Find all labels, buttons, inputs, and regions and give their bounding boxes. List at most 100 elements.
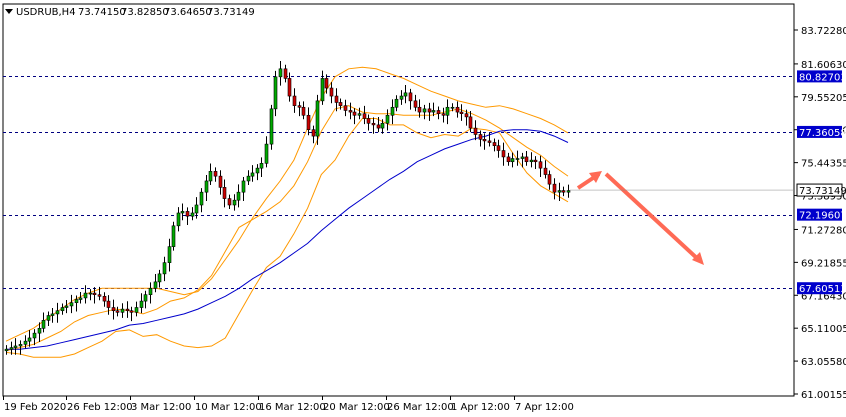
level-badge-label: 80.82703 xyxy=(799,72,846,83)
candle-body-down xyxy=(464,113,469,118)
candle-body-down xyxy=(487,140,492,143)
candle-body-up xyxy=(37,328,42,334)
candle-body-down xyxy=(227,198,232,206)
candle-body-up xyxy=(78,297,83,300)
candle-body-up xyxy=(88,292,93,295)
x-tick-label: 19 Feb 2020 xyxy=(4,402,66,413)
candle-body-up xyxy=(357,113,362,116)
candle-body-down xyxy=(329,87,334,97)
candle-body-down xyxy=(501,150,506,158)
y-tick-label: 75.44355 xyxy=(801,159,846,170)
candle-body-down xyxy=(301,106,306,116)
candle-body-up xyxy=(510,158,515,163)
candle-body-down xyxy=(492,142,497,147)
candle-body-down xyxy=(427,108,432,113)
candle-body-down xyxy=(102,296,107,302)
candle-body-up xyxy=(278,68,283,78)
level-badge-label: 77.36058 xyxy=(799,128,846,139)
y-tick-label: 65.11005 xyxy=(801,324,846,335)
candle-body-down xyxy=(218,175,223,188)
candle xyxy=(171,221,176,251)
ohlc-open: 73.74150 xyxy=(78,7,126,18)
candle-body-up xyxy=(157,273,162,283)
candle-body-up xyxy=(167,246,172,263)
plot-area xyxy=(2,3,795,397)
candle-body-up xyxy=(148,287,153,295)
x-tick-label: 1 Apr 12:00 xyxy=(451,402,510,413)
candle-body-up xyxy=(520,156,525,159)
candle-body-down xyxy=(543,167,548,175)
candle-body-up xyxy=(255,167,260,174)
candle-body-up xyxy=(273,76,278,110)
y-tick-label: 83.72280 xyxy=(801,26,846,37)
candle-body-up xyxy=(83,292,88,299)
candle-body-up xyxy=(515,158,520,160)
candle-body-down xyxy=(366,118,371,124)
candle-body-up xyxy=(176,212,181,227)
candle-body-up xyxy=(269,108,274,145)
candle-body-up xyxy=(13,345,18,348)
candle-body-down xyxy=(97,294,102,297)
candle-body-down xyxy=(524,156,529,163)
candle-body-up xyxy=(529,159,534,163)
candle-body-up xyxy=(403,92,408,97)
candle-body-down xyxy=(111,307,116,312)
price-chart[interactable]: 83.7228081.6063079.5520577.4978075.44355… xyxy=(0,0,846,417)
y-tick-label: 63.05580 xyxy=(801,357,846,368)
candle-body-down xyxy=(561,190,566,193)
candle-body-up xyxy=(208,171,213,182)
candle-body-down xyxy=(482,139,487,142)
candle-body-up xyxy=(60,307,65,312)
candle-body-down xyxy=(213,171,218,177)
candle-body-up xyxy=(18,344,23,347)
ohlc-low: 73.64650 xyxy=(164,7,212,18)
x-tick-label: 20 Mar 12:00 xyxy=(323,402,390,413)
candle-body-down xyxy=(283,68,288,79)
y-tick-label: 61.00155 xyxy=(801,390,846,401)
candle-body-up xyxy=(232,199,237,206)
x-tick-label: 26 Mar 12:00 xyxy=(387,402,454,413)
ohlc-close: 73.73149 xyxy=(207,7,255,18)
candle-body-up xyxy=(431,110,436,113)
candle-body-up xyxy=(320,78,325,102)
candle-body-down xyxy=(473,127,478,135)
candle-body-down xyxy=(306,114,311,130)
candle-body-down xyxy=(506,156,511,163)
candle-body-up xyxy=(143,294,148,302)
candle-body-up xyxy=(204,180,209,193)
candle-body-down xyxy=(92,292,97,295)
candle-body-up xyxy=(120,308,125,313)
candle-body-down xyxy=(348,110,353,113)
candle-body-down xyxy=(362,113,367,119)
candle xyxy=(269,104,274,150)
candle-body-down xyxy=(106,300,111,308)
candle-body-up xyxy=(259,163,264,169)
candle-body-down xyxy=(441,113,446,116)
x-tick-label: 16 Mar 12:00 xyxy=(259,402,326,413)
candle-body-down xyxy=(408,92,413,102)
candle-body-up xyxy=(199,191,204,206)
x-tick-label: 26 Feb 12:00 xyxy=(67,402,133,413)
candle-body-up xyxy=(445,106,450,116)
candle-body-up xyxy=(64,305,69,308)
y-tick-label: 71.27280 xyxy=(801,225,846,236)
candle-body-up xyxy=(46,315,51,321)
candle-body-down xyxy=(334,95,339,103)
candle-body-down xyxy=(496,145,501,151)
candle-body-down xyxy=(436,110,441,114)
candle-body-down xyxy=(115,310,120,313)
candle-body-up xyxy=(153,281,158,289)
candle-body-down xyxy=(455,106,460,113)
current-price-label: 73.73149 xyxy=(799,186,846,197)
candle-body-up xyxy=(4,348,9,352)
candle-body-down xyxy=(413,100,418,108)
candle-body-up xyxy=(50,313,55,316)
candle-body-down xyxy=(552,183,557,193)
candle-body-down xyxy=(129,310,134,313)
candle-body-up xyxy=(55,310,60,315)
candle-body-up xyxy=(162,262,167,275)
candle-body-up xyxy=(450,106,455,109)
x-tick-label: 10 Mar 12:00 xyxy=(195,402,262,413)
candle-body-down xyxy=(459,111,464,114)
candle-body-down xyxy=(538,161,543,169)
